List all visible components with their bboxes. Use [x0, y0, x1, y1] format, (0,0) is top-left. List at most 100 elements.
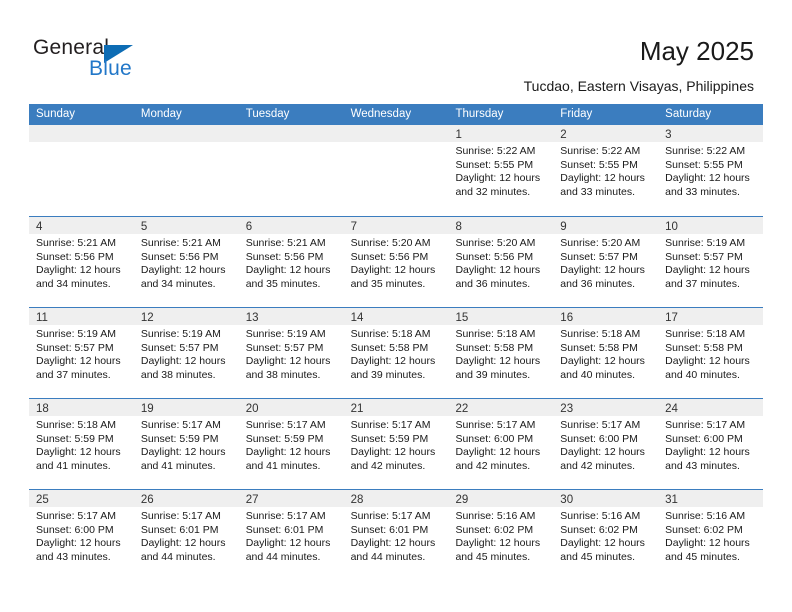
calendar-day-cell[interactable]: 24 Sunrise: 5:17 AM Sunset: 6:00 PM Dayligh… — [658, 399, 764, 489]
sunrise-text: Sunrise: 5:17 AM — [350, 510, 431, 522]
day-number-strip: 9 — [553, 217, 659, 234]
daylight-text-line2: and 42 minutes. — [455, 459, 531, 472]
calendar-day-cell[interactable]: 27 Sunrise: 5:17 AM Sunset: 6:01 PM Dayligh… — [238, 490, 344, 580]
calendar-day-cell[interactable]: 25 Sunrise: 5:17 AM Sunset: 6:00 PM Dayligh… — [29, 490, 134, 580]
sunrise-text: Sunrise: 5:21 AM — [36, 237, 116, 249]
sunset-text: Sunset: 5:56 PM — [245, 250, 324, 263]
sunset-text: Sunset: 5:57 PM — [245, 341, 324, 354]
weekday-friday: Friday — [560, 108, 593, 120]
sunset-text: Sunset: 5:56 PM — [455, 250, 534, 263]
sunset-text: Sunset: 5:55 PM — [560, 158, 638, 171]
calendar-day-cell-empty — [29, 125, 134, 216]
day-details: Sunrise: 5:18 AM Sunset: 5:58 PM Daylight:… — [344, 325, 449, 382]
calendar-day-cell[interactable]: 18 Sunrise: 5:18 AM Sunset: 5:59 PM Dayligh… — [29, 399, 134, 489]
sunset-text: Sunset: 6:01 PM — [140, 523, 219, 536]
sunrise-text: Sunrise: 5:21 AM — [245, 237, 326, 249]
calendar-day-cell[interactable]: 11 Sunrise: 5:19 AM Sunset: 5:57 PM Dayligh… — [29, 308, 134, 398]
calendar-day-cell[interactable]: 30 Sunrise: 5:16 AM Sunset: 6:02 PM Dayligh… — [553, 490, 659, 580]
calendar-week-row: 1 Sunrise: 5:22 AM Sunset: 5:55 PM Daylight… — [29, 125, 764, 216]
calendar-day-cell[interactable]: 19 Sunrise: 5:17 AM Sunset: 5:59 PM Dayligh… — [133, 399, 239, 489]
calendar-day-cell[interactable]: 2 Sunrise: 5:22 AM Sunset: 5:55 PM Daylight… — [553, 125, 659, 216]
day-details: Sunrise: 5:18 AM Sunset: 5:58 PM Daylight:… — [658, 325, 763, 382]
day-number-strip: 31 — [658, 490, 764, 507]
sunset-text: Sunset: 6:02 PM — [455, 523, 534, 536]
daylight-text-line1: Daylight: 12 hours — [455, 264, 541, 277]
daylight-text-line1: Daylight: 12 hours — [350, 355, 436, 368]
sunset-text: Sunset: 5:59 PM — [350, 432, 429, 445]
sunrise-text: Sunrise: 5:18 AM — [36, 419, 116, 431]
calendar-day-cell[interactable]: 1 Sunrise: 5:22 AM Sunset: 5:55 PM Daylight… — [448, 125, 554, 216]
sunrise-text: Sunrise: 5:20 AM — [350, 237, 431, 249]
calendar-day-cell[interactable]: 6 Sunrise: 5:21 AM Sunset: 5:56 PM Daylight… — [238, 217, 344, 307]
calendar-day-cell[interactable]: 23 Sunrise: 5:17 AM Sunset: 6:00 PM Dayligh… — [553, 399, 659, 489]
daylight-text-line1: Daylight: 12 hours — [350, 446, 436, 459]
daylight-text-line1: Daylight: 12 hours — [665, 264, 750, 277]
weekday-monday: Monday — [140, 108, 182, 120]
day-number-strip: 15 — [448, 308, 554, 325]
daylight-text-line2: and 37 minutes. — [665, 277, 740, 290]
weekday-wednesday: Wednesday — [350, 108, 412, 120]
day-number-strip: 7 — [343, 217, 449, 234]
daylight-text-line1: Daylight: 12 hours — [560, 537, 645, 550]
calendar-day-cell[interactable]: 15 Sunrise: 5:18 AM Sunset: 5:58 PM Dayligh… — [448, 308, 554, 398]
day-details: Sunrise: 5:22 AM Sunset: 5:55 PM Daylight:… — [448, 142, 553, 199]
calendar-weeks: 1 Sunrise: 5:22 AM Sunset: 5:55 PM Daylight… — [29, 125, 764, 580]
calendar-day-cell[interactable]: 21 Sunrise: 5:17 AM Sunset: 5:59 PM Dayligh… — [343, 399, 449, 489]
daylight-text-line2: and 36 minutes. — [455, 277, 531, 290]
daylight-text-line2: and 41 minutes. — [245, 459, 321, 472]
day-number: 27 — [245, 494, 259, 506]
calendar-day-cell[interactable]: 31 Sunrise: 5:16 AM Sunset: 6:02 PM Dayligh… — [658, 490, 764, 580]
day-number: 24 — [665, 403, 678, 415]
calendar-day-cell[interactable]: 16 Sunrise: 5:18 AM Sunset: 5:58 PM Dayligh… — [553, 308, 659, 398]
general-blue-logo[interactable]: General Blue — [33, 36, 183, 84]
weekday-saturday: Saturday — [665, 108, 712, 120]
calendar-day-cell-empty — [238, 125, 344, 216]
calendar-day-cell[interactable]: 22 Sunrise: 5:17 AM Sunset: 6:00 PM Dayligh… — [448, 399, 554, 489]
sunrise-text: Sunrise: 5:19 AM — [665, 237, 746, 249]
daylight-text-line1: Daylight: 12 hours — [665, 446, 750, 459]
calendar-day-cell[interactable]: 14 Sunrise: 5:18 AM Sunset: 5:58 PM Dayligh… — [343, 308, 449, 398]
daylight-text-line2: and 40 minutes. — [665, 368, 740, 381]
day-number-strip: 18 — [29, 399, 134, 416]
daylight-text-line2: and 44 minutes. — [350, 550, 426, 563]
page-header: General Blue May 2025 Tucdao, Eastern Vi… — [0, 0, 792, 104]
day-number: 3 — [665, 129, 672, 141]
day-details: Sunrise: 5:21 AM Sunset: 5:56 PM Daylight:… — [134, 234, 239, 291]
calendar-day-cell[interactable]: 5 Sunrise: 5:21 AM Sunset: 5:56 PM Daylight… — [133, 217, 239, 307]
weekday-sunday: Sunday — [36, 108, 76, 120]
calendar-day-cell[interactable]: 20 Sunrise: 5:17 AM Sunset: 5:59 PM Dayligh… — [238, 399, 344, 489]
day-details: Sunrise: 5:18 AM Sunset: 5:58 PM Daylight:… — [448, 325, 553, 382]
calendar-day-cell[interactable]: 17 Sunrise: 5:18 AM Sunset: 5:58 PM Dayligh… — [658, 308, 764, 398]
calendar-day-cell[interactable]: 13 Sunrise: 5:19 AM Sunset: 5:57 PM Dayligh… — [238, 308, 344, 398]
calendar-day-cell[interactable]: 28 Sunrise: 5:17 AM Sunset: 6:01 PM Dayligh… — [343, 490, 449, 580]
day-number: 13 — [245, 312, 259, 324]
daylight-text-line1: Daylight: 12 hours — [455, 537, 541, 550]
day-number: 7 — [350, 221, 357, 233]
calendar-day-cell[interactable]: 7 Sunrise: 5:20 AM Sunset: 5:56 PM Daylight… — [343, 217, 449, 307]
day-number-strip — [238, 125, 344, 142]
calendar-day-cell[interactable]: 26 Sunrise: 5:17 AM Sunset: 6:01 PM Dayligh… — [133, 490, 239, 580]
daylight-text-line1: Daylight: 12 hours — [560, 264, 645, 277]
daylight-text-line2: and 44 minutes. — [245, 550, 321, 563]
calendar-day-cell[interactable]: 12 Sunrise: 5:19 AM Sunset: 5:57 PM Dayligh… — [133, 308, 239, 398]
calendar-day-cell[interactable]: 3 Sunrise: 5:22 AM Sunset: 5:55 PM Daylight… — [658, 125, 764, 216]
calendar-day-cell[interactable]: 29 Sunrise: 5:16 AM Sunset: 6:02 PM Dayligh… — [448, 490, 554, 580]
day-details: Sunrise: 5:19 AM Sunset: 5:57 PM Daylight:… — [134, 325, 239, 382]
day-details: Sunrise: 5:16 AM Sunset: 6:02 PM Daylight:… — [448, 507, 553, 564]
day-number-strip: 6 — [238, 217, 344, 234]
calendar-day-cell[interactable]: 8 Sunrise: 5:20 AM Sunset: 5:56 PM Daylight… — [448, 217, 554, 307]
day-number: 28 — [350, 494, 364, 506]
day-number-strip: 26 — [133, 490, 239, 507]
day-number: 15 — [455, 312, 469, 324]
calendar-day-cell-empty — [133, 125, 239, 216]
day-number: 29 — [455, 494, 469, 506]
day-details: Sunrise: 5:18 AM Sunset: 5:58 PM Daylight:… — [553, 325, 658, 382]
calendar-day-cell[interactable]: 9 Sunrise: 5:20 AM Sunset: 5:57 PM Daylight… — [553, 217, 659, 307]
day-number: 10 — [665, 221, 678, 233]
day-details: Sunrise: 5:21 AM Sunset: 5:56 PM Daylight:… — [239, 234, 344, 291]
day-number-strip: 23 — [553, 399, 659, 416]
day-details: Sunrise: 5:16 AM Sunset: 6:02 PM Daylight:… — [553, 507, 658, 564]
calendar-day-cell[interactable]: 10 Sunrise: 5:19 AM Sunset: 5:57 PM Dayligh… — [658, 217, 764, 307]
calendar-day-cell[interactable]: 4 Sunrise: 5:21 AM Sunset: 5:56 PM Daylight… — [29, 217, 134, 307]
day-number: 30 — [560, 494, 574, 506]
